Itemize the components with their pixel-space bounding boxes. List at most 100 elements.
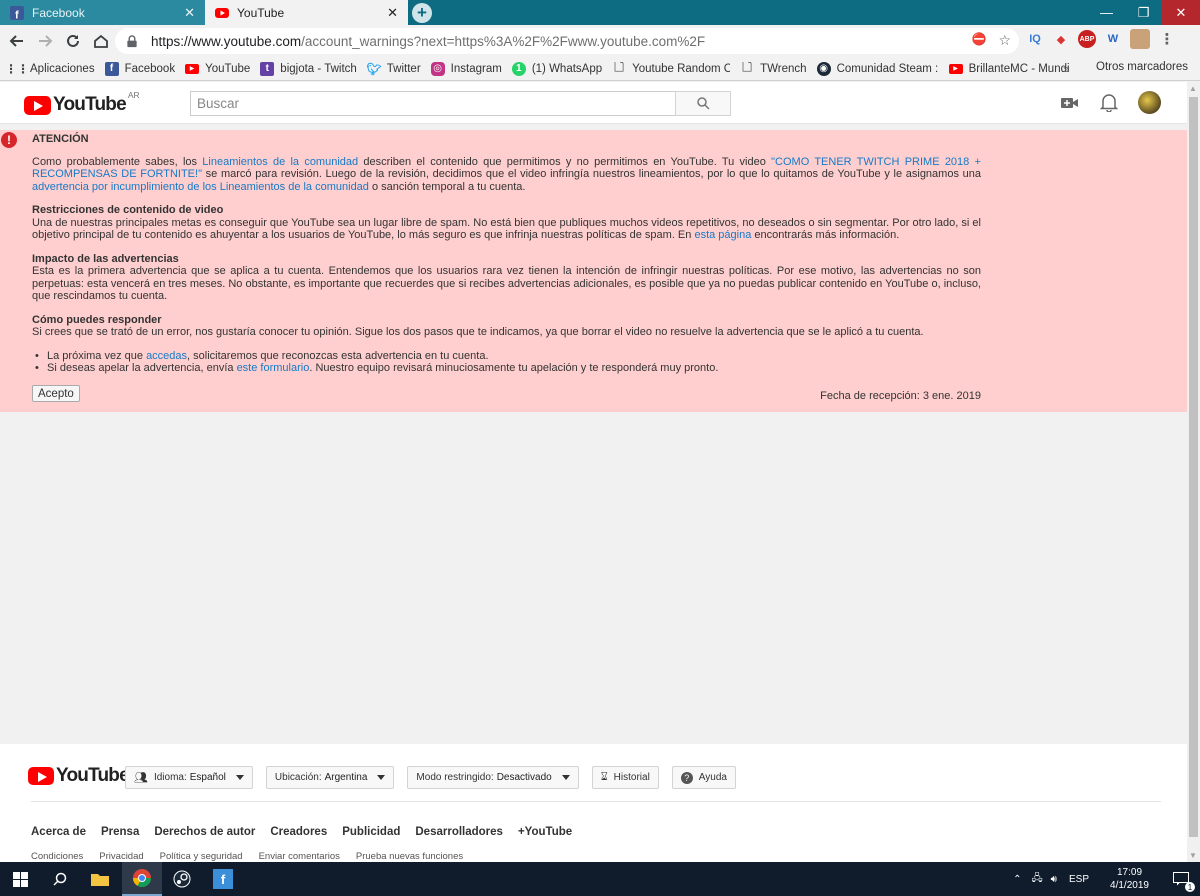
search-button[interactable] — [675, 91, 731, 116]
footer-sublink[interactable]: Privacidad — [99, 851, 143, 862]
footer-youtube-logo[interactable]: YouTube — [28, 765, 130, 787]
footer-link[interactable]: Publicidad — [342, 826, 400, 838]
restore-icon[interactable]: ❐ — [1125, 0, 1162, 25]
youtube-footer: YouTube 👥︎ Idioma: Español Ubicación: Arge… — [0, 744, 1187, 862]
bookmark-brillantemc[interactable]: ▶ BrillanteMC - Mundia — [948, 62, 1069, 75]
bookmark-steam[interactable]: ◉ Comunidad Steam :: — [816, 61, 939, 76]
upload-video-icon[interactable] — [1060, 96, 1080, 110]
footer-link[interactable]: Prensa — [101, 826, 139, 838]
footer-link[interactable]: Derechos de autor — [154, 826, 255, 838]
reload-icon[interactable] — [60, 28, 86, 54]
button-label: Historial — [613, 772, 650, 783]
dropdown-arrow-icon — [377, 775, 386, 780]
strike-link[interactable]: advertencia por incumplimiento de los Li… — [32, 181, 369, 193]
language-picker[interactable]: 👥︎ Idioma: Español — [125, 766, 253, 789]
start-button[interactable] — [0, 862, 40, 896]
star-icon[interactable]: ☆ — [998, 32, 1011, 49]
accept-button[interactable]: Acepto — [32, 385, 80, 402]
bookmark-instagram[interactable]: ◎ Instagram — [430, 61, 502, 76]
youtube-logo[interactable]: YouTube AR — [24, 90, 140, 116]
tab-youtube[interactable]: YouTube ✕ — [205, 0, 408, 25]
bookmark-label: (1) WhatsApp — [531, 62, 603, 75]
adblock-extension-icon[interactable]: ABP — [1078, 30, 1096, 48]
file-explorer-icon[interactable] — [80, 862, 120, 896]
volume-icon[interactable]: 🔊︎ — [1051, 874, 1057, 885]
footer-sublink[interactable]: Política y seguridad — [160, 851, 243, 862]
bookmark-label: BrillanteMC - Mundia — [968, 62, 1069, 75]
scroll-up-icon[interactable]: ▲ — [1189, 84, 1197, 93]
profile-avatar-icon[interactable] — [1130, 29, 1150, 49]
bookmark-facebook[interactable]: f Facebook — [104, 61, 175, 76]
bookmark-label: Aplicaciones — [30, 62, 95, 75]
history-button[interactable]: ⌛︎ Historial — [591, 766, 659, 789]
chrome-icon[interactable] — [122, 862, 162, 896]
footer-sublink[interactable]: Enviar comentarios — [259, 851, 340, 862]
bookmark-label: Instagram — [450, 62, 502, 75]
steam-icon[interactable] — [162, 862, 202, 896]
search-icon — [52, 872, 66, 886]
avatar[interactable] — [1138, 91, 1161, 114]
footer-link[interactable]: Desarrolladores — [415, 826, 503, 838]
bookmark-twrench[interactable]: 🗋︎ TWrench — [740, 62, 806, 76]
scrollbar-thumb[interactable] — [1189, 97, 1198, 837]
footer-link[interactable]: Creadores — [270, 826, 327, 838]
forward-icon[interactable] — [32, 28, 58, 54]
bookmark-twitter[interactable]: 🐦︎ Twitter — [367, 62, 421, 76]
other-bookmarks[interactable]: Otros marcadores — [1090, 61, 1188, 73]
action-center-icon[interactable]: 1 — [1162, 862, 1200, 896]
search-input[interactable]: Buscar — [190, 91, 676, 116]
footer-sublink[interactable]: Condiciones — [31, 851, 83, 862]
section-heading: Cómo puedes responder — [32, 313, 162, 326]
camera-blocked-icon[interactable]: ⛔ — [971, 32, 986, 49]
app-f-icon[interactable]: f — [203, 862, 243, 896]
page-scrollbar[interactable]: ▲ ▼ — [1187, 82, 1200, 862]
footer-controls: 👥︎ Idioma: Español Ubicación: Argentina Mo… — [125, 766, 749, 789]
footer-link[interactable]: +YouTube — [518, 826, 572, 838]
sign-in-link[interactable]: accedas — [146, 350, 187, 362]
twitter-icon: 🐦︎ — [366, 61, 382, 76]
page-icon: 🗋︎ — [742, 61, 752, 75]
more-bookmarks-icon[interactable]: » — [1063, 62, 1070, 76]
picker-value: Argentina — [324, 772, 368, 783]
restricted-mode-picker[interactable]: Modo restringido: Desactivado — [407, 766, 579, 789]
notifications-bell-icon[interactable] — [1100, 93, 1118, 112]
w-extension-icon[interactable]: W — [1104, 30, 1122, 48]
clock-date: 4/1/2019 — [1110, 880, 1149, 891]
footer-link[interactable]: Acerca de — [31, 826, 86, 838]
location-picker[interactable]: Ubicación: Argentina — [265, 766, 395, 789]
bookmark-aplicaciones[interactable]: ⋮⋮ Aplicaciones — [10, 62, 95, 76]
tray-up-icon[interactable]: ⌃ — [1013, 874, 1021, 885]
bookmark-youtube-random[interactable]: 🗋︎ Youtube Random Co — [612, 62, 730, 76]
text: encontrarás más información. — [751, 229, 900, 241]
spam-policy-link[interactable]: esta página — [694, 229, 751, 241]
bookmark-twitch[interactable]: t bigjota - Twitch — [260, 61, 357, 76]
bookmark-label: bigjota - Twitch — [280, 62, 357, 75]
home-icon[interactable] — [88, 28, 114, 54]
bookmark-whatsapp[interactable]: 1 (1) WhatsApp — [511, 61, 603, 76]
minimize-icon[interactable]: — — [1088, 0, 1125, 25]
help-button[interactable]: ? Ayuda — [671, 766, 736, 789]
back-icon[interactable] — [4, 28, 30, 54]
menu-icon[interactable]: ⋮ — [1158, 30, 1176, 48]
other-bookmarks-label: Otros marcadores — [1096, 61, 1189, 73]
youtube-play-icon — [28, 767, 54, 785]
tab-facebook[interactable]: f Facebook ✕ — [0, 0, 205, 25]
footer-sublink[interactable]: Prueba nuevas funciones — [356, 851, 463, 862]
network-icon[interactable]: 🖧︎ — [1032, 871, 1043, 888]
close-tab-icon[interactable]: ✕ — [184, 5, 195, 21]
scroll-down-icon[interactable]: ▼ — [1189, 851, 1197, 860]
clock[interactable]: 17:09 4/1/2019 — [1097, 866, 1162, 892]
bookmark-youtube[interactable]: ▶ YouTube — [185, 63, 250, 75]
keyboard-language[interactable]: ESP — [1069, 874, 1089, 885]
appeal-form-link[interactable]: este formulario — [237, 362, 310, 374]
close-window-icon[interactable]: ✕ — [1162, 0, 1200, 25]
tag-extension-icon[interactable]: ◆ — [1052, 30, 1070, 48]
iq-extension-icon[interactable]: IQ — [1026, 30, 1044, 48]
close-tab-icon[interactable]: ✕ — [387, 5, 398, 21]
hourglass-icon: ⌛︎ — [600, 771, 608, 783]
address-bar[interactable]: https://www.youtube.com/account_warnings… — [115, 28, 1019, 54]
taskbar-search[interactable] — [40, 862, 80, 896]
picker-value: Español — [189, 772, 226, 783]
guidelines-link[interactable]: Lineamientos de la comunidad — [202, 156, 358, 168]
new-tab-button[interactable]: + — [412, 3, 432, 23]
